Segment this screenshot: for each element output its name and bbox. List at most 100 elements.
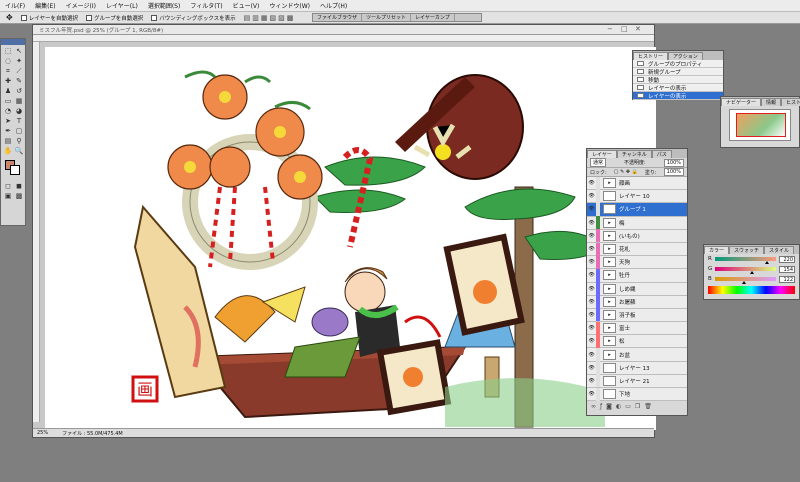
fill-field[interactable]: 100%: [663, 168, 684, 176]
red-slider[interactable]: [714, 257, 776, 264]
folder-icon[interactable]: ▸: [603, 336, 616, 347]
new-layer-icon[interactable]: ❐: [635, 403, 640, 410]
folder-icon[interactable]: ▸: [603, 217, 616, 228]
menu-help[interactable]: ヘルプ(H): [315, 1, 352, 10]
slider-knob[interactable]: [742, 281, 747, 284]
move-tool-icon[interactable]: ↖: [14, 47, 24, 56]
visibility-eye-icon[interactable]: 👁: [587, 259, 596, 265]
color-spectrum-bar[interactable]: [708, 286, 795, 294]
menu-file[interactable]: イル(F): [0, 1, 30, 10]
marquee-tool-icon[interactable]: ⬚: [3, 47, 13, 56]
folder-icon[interactable]: ▸: [603, 270, 616, 281]
fullscreen-mode-icon[interactable]: ▩: [14, 192, 24, 201]
menu-image[interactable]: イメージ(I): [61, 1, 101, 10]
visibility-eye-icon[interactable]: 👁: [587, 286, 596, 292]
slider-knob[interactable]: [765, 261, 770, 264]
screen-mode-icon[interactable]: ▣: [3, 192, 13, 201]
menu-layer[interactable]: レイヤー(L): [101, 1, 143, 10]
visibility-eye-icon[interactable]: 👁: [587, 220, 596, 226]
visibility-eye-icon[interactable]: 👁: [587, 391, 596, 397]
shape-tool-icon[interactable]: ▢: [14, 127, 24, 136]
visibility-eye-icon[interactable]: 👁: [587, 365, 596, 371]
visibility-eye-icon[interactable]: 👁: [587, 299, 596, 305]
layer-row[interactable]: 👁 下地: [587, 387, 687, 402]
menu-edit[interactable]: 編集(E): [30, 1, 60, 10]
auto-select-layer-checkbox[interactable]: レイヤーを自動選択: [20, 14, 78, 22]
maximize-icon[interactable]: □: [621, 25, 628, 34]
quick-mask-icon[interactable]: ◼: [14, 182, 24, 191]
navigator-view-box[interactable]: [736, 113, 786, 137]
visibility-eye-icon[interactable]: 👁: [587, 246, 596, 252]
tab-swatches[interactable]: スウォッチ: [729, 246, 765, 254]
pen-tool-icon[interactable]: ✒: [3, 127, 13, 136]
file-info[interactable]: ファイル : 55.0M/475.4M: [62, 430, 123, 437]
visibility-eye-icon[interactable]: 👁: [587, 325, 596, 331]
minimize-icon[interactable]: −: [607, 25, 613, 34]
folder-icon[interactable]: ▸: [603, 178, 616, 189]
red-value-field[interactable]: 220: [779, 255, 795, 263]
tab-channels[interactable]: チャンネル: [616, 150, 652, 158]
notes-tool-icon[interactable]: ▤: [3, 137, 13, 146]
tab-tool-presets[interactable]: ツールプリセット: [362, 14, 412, 21]
history-item[interactable]: 新規グループ: [633, 68, 723, 76]
layer-row[interactable]: 👁 ▸ お盆: [587, 348, 687, 362]
blur-tool-icon[interactable]: ◔: [3, 107, 13, 116]
type-tool-icon[interactable]: T: [14, 117, 24, 126]
history-brush-icon[interactable]: ↺: [14, 87, 24, 96]
layer-thumbnail[interactable]: [603, 362, 616, 373]
opacity-field[interactable]: 100%: [663, 158, 684, 167]
tab-layers[interactable]: レイヤー: [587, 150, 617, 158]
magic-wand-tool-icon[interactable]: ✦: [14, 57, 24, 66]
slider-knob[interactable]: [749, 271, 754, 274]
folder-icon[interactable]: ▸: [603, 244, 616, 255]
layer-row[interactable]: 👁 レイヤー 21: [587, 374, 687, 388]
layer-row[interactable]: 👁 ▸ 顔画: [587, 176, 687, 191]
lasso-tool-icon[interactable]: ◌: [3, 57, 13, 66]
document-titlebar[interactable]: ミスフル年賀.psd @ 25% (グループ 1, RGB/8#) − □ ✕: [33, 25, 654, 35]
path-select-tool-icon[interactable]: ➤: [3, 117, 13, 126]
visibility-eye-icon[interactable]: 👁: [587, 233, 596, 239]
brush-tool-icon[interactable]: ✎: [14, 77, 24, 86]
menu-view[interactable]: ビュー(V): [228, 1, 265, 10]
tab-file-browser[interactable]: ファイルブラウザ: [313, 14, 363, 21]
align-icons[interactable]: ▤▥▦▧▨▩: [244, 14, 296, 22]
green-slider[interactable]: [715, 267, 776, 274]
crop-tool-icon[interactable]: ⌗: [3, 67, 13, 76]
slice-tool-icon[interactable]: ⟋: [14, 67, 24, 76]
layer-mask-icon[interactable]: ◙: [606, 403, 612, 410]
navigator-preview[interactable]: [729, 109, 791, 141]
move-tool-icon[interactable]: ✥: [6, 13, 13, 22]
layer-row[interactable]: 👁 ▸ 梅: [587, 216, 687, 230]
folder-icon[interactable]: ▸: [603, 230, 616, 241]
healing-brush-icon[interactable]: ✚: [3, 77, 13, 86]
link-layers-icon[interactable]: ∞: [591, 403, 596, 410]
visibility-eye-icon[interactable]: 👁: [587, 206, 596, 212]
gradient-tool-icon[interactable]: ▦: [14, 97, 24, 106]
stamp-tool-icon[interactable]: ♟: [3, 87, 13, 96]
layer-row[interactable]: 👁 レイヤー 13: [587, 361, 687, 375]
layer-row[interactable]: 👁 ▸ (いもの): [587, 229, 687, 243]
layer-row[interactable]: 👁 ▸ 牡丹: [587, 268, 687, 283]
folder-icon[interactable]: ▸: [603, 204, 616, 215]
layer-row[interactable]: 👁 ▸ 松: [587, 334, 687, 349]
history-item-selected[interactable]: レイヤーの表示: [633, 92, 723, 100]
dodge-tool-icon[interactable]: ◕: [14, 107, 24, 116]
menu-window[interactable]: ウィンドウ(W): [264, 1, 315, 10]
visibility-eye-icon[interactable]: 👁: [587, 272, 596, 278]
auto-select-group-checkbox[interactable]: グループを自動選択: [86, 14, 143, 22]
eraser-tool-icon[interactable]: ▭: [3, 97, 13, 106]
layer-row[interactable]: 👁 ▸ お屠蘇: [587, 295, 687, 309]
zoom-tool-icon[interactable]: 🔍: [14, 147, 24, 156]
delete-layer-icon[interactable]: 🗑: [644, 403, 652, 410]
layer-row[interactable]: 👁 ▸ 富士: [587, 321, 687, 336]
layer-thumbnail[interactable]: [603, 389, 616, 400]
layer-style-icon[interactable]: ƒ: [600, 403, 602, 410]
folder-icon[interactable]: ▸: [603, 257, 616, 268]
blend-mode-select[interactable]: 通常: [590, 158, 607, 167]
standard-mode-icon[interactable]: ◻: [3, 182, 13, 191]
layer-thumbnail[interactable]: [603, 375, 616, 386]
tab-info[interactable]: 情報: [761, 98, 782, 106]
visibility-eye-icon[interactable]: 👁: [587, 338, 596, 344]
close-icon[interactable]: ✕: [635, 25, 641, 34]
folder-icon[interactable]: ▸: [603, 309, 616, 320]
